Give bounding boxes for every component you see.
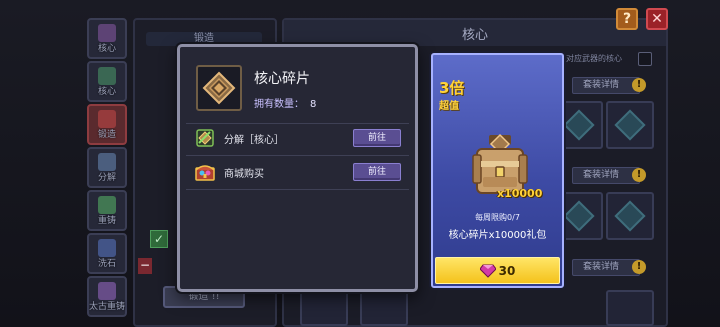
owned-label: 拥有数量： [254,99,304,110]
set-detail-button[interactable]: 套装详情 [572,167,640,184]
sync-weapon-core-checkbox[interactable] [638,52,652,66]
warning-icon: ! [632,168,646,182]
minus-button[interactable]: − [138,258,152,274]
warning-icon: ! [632,78,646,92]
side-nav: 核心 核心 锻造 分解 重铸 洗石 太古重铸 [84,18,130,327]
price-value: 30 [498,263,516,278]
source-label: 商城购买 [224,168,264,180]
gem-icon [479,264,496,278]
owned-count: 拥有数量： 8 [254,95,316,110]
nav-label: 核心 [97,44,116,54]
sync-weapon-core-label: 对应武器的核心 [566,54,622,63]
nav-core[interactable]: 核心 [87,18,127,59]
source-row-decompose: 分解［核心］ 前往 [188,125,407,151]
source-row-shop: 商城购买 前往 [188,159,407,185]
core-icon [98,67,116,85]
nav-label: 分解 [97,173,116,183]
core-gem-icon [614,109,646,141]
help-button[interactable]: ? [616,8,638,30]
set-detail-button[interactable]: 套装详情 [572,77,640,94]
shop-chest-icon [194,161,216,183]
ancient-icon [98,282,116,300]
source-label: 分解［核心］ [224,134,284,146]
nav-forge[interactable]: 锻造 [87,104,127,145]
anvil-icon [98,110,116,128]
gift-pack-offer[interactable]: 3倍 超值 x10000 每周限购0/7 核心碎片x10000礼包 30 [431,53,564,288]
owned-value: 8 [310,99,317,110]
nav-ancient-recast[interactable]: 太古重铸 [87,276,127,317]
core-icon [98,24,116,42]
nav-label: 锻造 [97,130,116,140]
pack-quantity: x10000 [497,187,543,200]
core-slot[interactable] [300,290,348,326]
buy-button[interactable]: 30 [435,257,560,284]
divider [186,155,409,156]
warning-icon: ! [632,260,646,274]
weekly-limit: 每周限购0/7 [475,213,520,222]
nav-label: 核心 [97,87,116,97]
decompose-icon [98,153,116,171]
stone-icon [98,239,116,257]
core-gem-icon [563,200,595,232]
core-slot[interactable] [606,101,654,149]
value-tag: 超值 [439,101,459,112]
divider [186,189,409,190]
core-panel-title: 核心 [461,28,488,43]
core-fragment-icon [196,65,242,111]
nav-label: 太古重铸 [89,302,126,312]
nav-wash-stone[interactable]: 洗石 [87,233,127,274]
multiplier-badge: 3倍 [439,79,465,97]
item-name: 核心碎片 [254,71,310,87]
core-slot[interactable] [360,290,408,326]
nav-label: 重铸 [97,216,116,226]
recast-icon [98,196,116,214]
set-detail-button[interactable]: 套装详情 [572,259,640,276]
core-fragment-popup: 核心碎片 拥有数量： 8 分解［核心］ 前往 商城购买 前往 [177,44,418,292]
core-slot[interactable] [606,192,654,240]
goto-decompose-button[interactable]: 前往 [353,129,401,147]
core-gem-icon [563,109,595,141]
divider [186,123,409,124]
nav-label: 洗石 [97,259,116,269]
core-slot[interactable] [606,290,654,326]
core-gem-icon [614,200,646,232]
popup-header: 核心碎片 拥有数量： 8 [186,51,409,121]
confirm-checkbox[interactable]: ✓ [150,230,168,248]
goto-shop-button[interactable]: 前往 [353,163,401,181]
decompose-icon [194,127,216,149]
nav-recast[interactable]: 重铸 [87,190,127,231]
close-button[interactable]: ✕ [646,8,668,30]
pack-name: 核心碎片x10000礼包 [448,230,547,241]
nav-core-2[interactable]: 核心 [87,61,127,102]
nav-decompose[interactable]: 分解 [87,147,127,188]
